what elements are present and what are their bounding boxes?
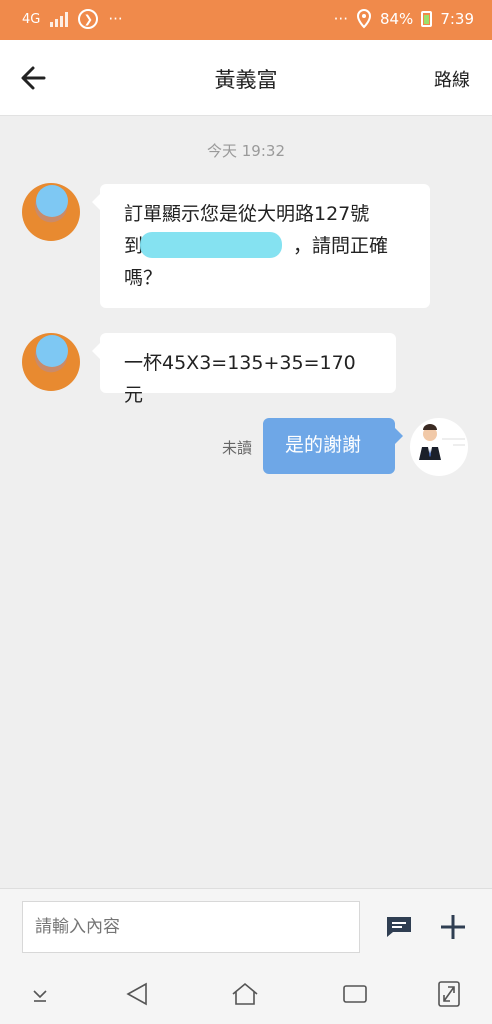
message-line-3: 嗎？ bbox=[124, 267, 163, 289]
status-more-left: ··· bbox=[108, 10, 123, 28]
message-bubble-outgoing[interactable]: 是的謝謝 bbox=[263, 418, 403, 474]
status-bar: 4G ❯ ··· ··· 84% 7:39 bbox=[0, 0, 492, 40]
face-blur-mark bbox=[36, 185, 68, 217]
message-bubble-incoming[interactable]: 一杯45X3=135+35=170元 bbox=[92, 333, 396, 406]
self-avatar[interactable] bbox=[410, 418, 468, 476]
system-nav-bar bbox=[0, 964, 492, 1024]
nav-back-icon[interactable] bbox=[124, 980, 150, 1008]
quick-reply-icon[interactable] bbox=[385, 915, 413, 939]
plus-icon[interactable] bbox=[439, 913, 467, 941]
message-bubble-incoming[interactable]: 訂單顯示您是從大明路127號 到，請問正確 嗎？ bbox=[92, 184, 430, 308]
nav-home-icon[interactable] bbox=[230, 980, 260, 1008]
network-label: 4G bbox=[22, 11, 41, 27]
battery-icon bbox=[421, 11, 433, 27]
route-button[interactable]: 路線 bbox=[434, 66, 470, 92]
status-more-right: ··· bbox=[333, 10, 348, 28]
app-notification-icon: ❯ bbox=[78, 9, 99, 29]
nav-hide-icon[interactable] bbox=[30, 980, 50, 1008]
nav-expand-icon[interactable] bbox=[437, 980, 461, 1008]
battery-percent: 84% bbox=[379, 10, 414, 28]
face-blur-mark bbox=[36, 335, 68, 367]
unread-status: 未讀 bbox=[221, 439, 252, 457]
redaction-blur bbox=[140, 232, 282, 258]
signal-icon bbox=[50, 11, 69, 27]
chat-header: 黃義富 路線 bbox=[0, 40, 492, 116]
location-icon bbox=[356, 9, 371, 29]
message-line-1: 訂單顯示您是從大明路127號 bbox=[124, 203, 370, 225]
contact-avatar[interactable] bbox=[22, 333, 80, 391]
message-input[interactable] bbox=[22, 901, 360, 953]
message-timestamp: 今天 19:32 bbox=[207, 142, 285, 160]
contact-avatar[interactable] bbox=[22, 183, 80, 241]
person-icon bbox=[419, 424, 465, 460]
contact-name: 黃義富 bbox=[214, 68, 278, 92]
clock: 7:39 bbox=[440, 10, 474, 28]
message-text: 是的謝謝 bbox=[285, 434, 362, 456]
message-input-bar bbox=[0, 888, 492, 964]
message-text: 一杯45X3=135+35=170元 bbox=[124, 352, 356, 406]
nav-recents-icon[interactable] bbox=[341, 980, 369, 1008]
